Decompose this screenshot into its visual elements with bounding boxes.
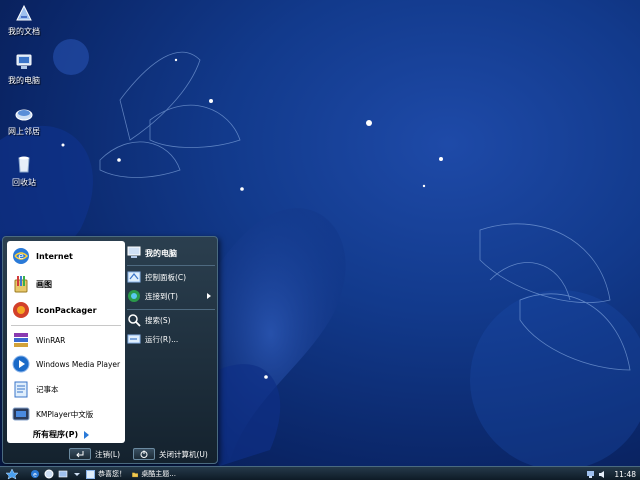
start-menu-item-label: WinRAR	[36, 335, 66, 345]
connect-to-icon	[128, 290, 140, 302]
all-programs-button[interactable]: 所有程序(P)	[33, 429, 90, 440]
network-tray-icon[interactable]	[586, 470, 595, 479]
taskbar-item-label: 桌酷主题...	[141, 470, 176, 478]
logoff-button[interactable]: 注销(L)	[69, 448, 120, 460]
start-menu-item-notepad[interactable]: 记事本	[11, 378, 123, 400]
start-menu-item-label: 控制面板(C)	[145, 272, 187, 282]
start-menu-item-label: 我的电脑	[145, 248, 177, 258]
logoff-label: 注销(L)	[95, 449, 121, 459]
shutdown-label: 关闭计算机(U)	[159, 449, 208, 459]
desktop-icon-network[interactable]: 网上邻居	[4, 103, 44, 137]
start-menu-item-paint[interactable]: 画图	[11, 273, 123, 295]
start-menu-item-internet[interactable]: e Internet	[11, 245, 123, 267]
start-menu-item-label: 运行(R)...	[145, 334, 179, 344]
start-menu-item-label: KMPlayer中文版	[36, 409, 94, 419]
svg-text:e: e	[33, 472, 37, 479]
desktop-icon-my-documents[interactable]: 我的文档	[4, 3, 44, 37]
start-menu-item-label: IconPackager	[36, 305, 97, 315]
quicklaunch-internet-explorer-icon[interactable]: e	[30, 469, 40, 479]
quicklaunch-browser-icon[interactable]	[44, 469, 54, 479]
desktop-icon-label: 网上邻居	[8, 127, 40, 136]
desktop-icon-label: 回收站	[12, 178, 36, 187]
start-menu-search[interactable]: 搜索(S)	[127, 311, 215, 329]
run-icon	[127, 334, 141, 344]
desktop-icon-my-computer[interactable]: 我的电脑	[4, 52, 44, 86]
start-menu-item-iconpackager[interactable]: IconPackager	[11, 299, 123, 321]
start-menu-item-label: 搜索(S)	[145, 315, 171, 325]
taskbar: e 恭喜您！ 桌酷主题... 11:48	[0, 466, 640, 480]
desktop-icon-recycle-bin[interactable]: 回收站	[4, 154, 44, 188]
internet-explorer-icon: e	[13, 248, 29, 264]
folder-icon	[132, 472, 139, 477]
start-menu-control-panel[interactable]: 控制面板(C)	[127, 268, 215, 286]
kmplayer-icon	[12, 407, 30, 421]
start-menu: e Internet 画图 IconPackager WinRAR Window…	[2, 236, 218, 464]
network-neighborhood-icon	[15, 109, 33, 121]
recycle-bin-icon	[18, 156, 30, 173]
window-icon	[86, 469, 95, 479]
start-menu-item-label: 画图	[36, 279, 52, 289]
desktop-icon-label: 我的电脑	[8, 76, 40, 85]
start-menu-my-computer[interactable]: 我的电脑	[127, 244, 215, 262]
shutdown-button[interactable]: 关闭计算机(U)	[133, 448, 208, 460]
my-documents-icon	[16, 4, 32, 21]
power-icon	[133, 448, 155, 460]
start-menu-item-media-player[interactable]: Windows Media Player	[11, 353, 123, 375]
start-menu-item-label: Windows Media Player	[36, 359, 121, 369]
start-menu-run[interactable]: 运行(R)...	[127, 330, 215, 348]
start-menu-separator	[127, 309, 215, 310]
search-icon	[128, 314, 141, 327]
start-menu-item-label: 记事本	[36, 384, 59, 394]
taskbar-item[interactable]: 桌酷主题...	[132, 468, 176, 480]
clock[interactable]: 11:48	[614, 470, 636, 479]
start-menu-programs-pane: e Internet 画图 IconPackager WinRAR Window…	[7, 241, 125, 443]
taskbar-item[interactable]: 恭喜您！	[86, 468, 130, 480]
chevron-right-icon	[84, 430, 90, 439]
my-computer-icon	[16, 54, 32, 69]
start-menu-connect-to[interactable]: 连接到(T)	[127, 287, 215, 305]
iconpackager-icon	[13, 302, 29, 318]
control-panel-icon	[127, 271, 141, 283]
start-button[interactable]	[2, 468, 22, 480]
my-computer-icon	[127, 246, 141, 258]
all-programs-label: 所有程序(P)	[33, 430, 79, 439]
taskbar-item-label: 恭喜您！	[98, 470, 126, 478]
logoff-icon	[69, 448, 91, 460]
star-icon	[5, 468, 19, 480]
start-menu-footer: 注销(L) 关闭计算机(U)	[3, 445, 217, 463]
start-menu-item-label: 连接到(T)	[145, 291, 178, 301]
desktop-icon-label: 我的文档	[8, 27, 40, 36]
start-menu-separator	[127, 265, 215, 266]
start-menu-item-winrar[interactable]: WinRAR	[11, 329, 123, 351]
winrar-icon	[14, 333, 28, 347]
volume-icon[interactable]	[598, 470, 607, 479]
system-tray: 11:48	[584, 467, 640, 480]
start-menu-item-kmplayer[interactable]: KMPlayer中文版	[11, 403, 123, 425]
quicklaunch-show-desktop-icon[interactable]	[58, 469, 68, 479]
windows-media-player-icon	[12, 355, 30, 373]
start-menu-item-label: Internet	[36, 251, 73, 261]
svg-text:e: e	[18, 252, 24, 262]
notepad-icon	[14, 381, 28, 398]
quicklaunch-overflow-icon[interactable]	[72, 469, 82, 479]
start-menu-separator	[11, 325, 121, 326]
paint-icon	[14, 276, 28, 293]
chevron-right-icon	[207, 293, 211, 299]
